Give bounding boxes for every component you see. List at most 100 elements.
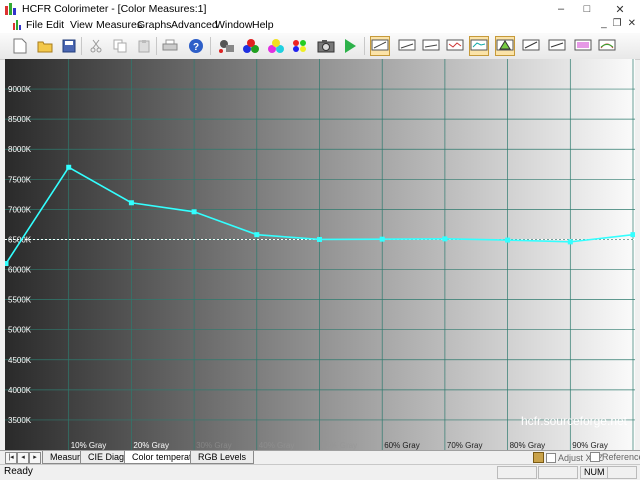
menu-help[interactable]: Help (252, 19, 274, 31)
adjust-xyz-icon (533, 452, 544, 463)
data-point (128, 200, 134, 206)
view-gamma-icon[interactable] (573, 36, 593, 56)
data-point (379, 236, 385, 242)
toolbar: ? (0, 33, 640, 60)
cut-icon[interactable] (86, 36, 106, 56)
chart-background (5, 59, 635, 450)
save-icon[interactable] (59, 36, 79, 56)
secondaries-icon[interactable] (266, 36, 286, 56)
menu-window[interactable]: Window (215, 19, 252, 31)
view-levels-icon[interactable] (597, 36, 617, 56)
y-tick-label: 5000K (8, 326, 32, 335)
status-panel-2 (538, 466, 578, 479)
all-colors-icon[interactable] (290, 36, 310, 56)
close-button[interactable]: ✕ (600, 0, 640, 18)
x-tick-label: 50% Gray (322, 441, 358, 450)
x-tick-label: 10% Gray (71, 441, 107, 450)
menu-advanced[interactable]: Advanced (171, 19, 218, 31)
status-panel-4 (607, 466, 637, 479)
status-num-indicator: NUM (580, 466, 608, 479)
primaries-icon[interactable] (241, 36, 261, 56)
x-tick-label: 80% Gray (510, 441, 546, 450)
y-tick-label: 7000K (8, 205, 32, 214)
y-tick-label: 8000K (8, 145, 32, 154)
y-tick-label: 9000K (8, 85, 32, 94)
toolbar-separator (210, 37, 211, 55)
y-tick-label: 5500K (8, 296, 32, 305)
data-point (191, 209, 197, 215)
menu-view[interactable]: View (70, 19, 93, 31)
svg-text:?: ? (193, 42, 199, 53)
paste-icon[interactable] (134, 36, 154, 56)
tab-nav-first-button[interactable]: |◂ (5, 452, 17, 464)
view-colortemp-icon[interactable] (469, 36, 489, 56)
tab-nav-prev-button[interactable]: ◂ (17, 452, 29, 464)
data-point (66, 164, 72, 170)
y-tick-label: 6000K (8, 266, 32, 275)
menu-file[interactable]: File (26, 19, 43, 31)
y-tick-label: 8500K (8, 115, 32, 124)
x-tick-label: 70% Gray (447, 441, 483, 450)
status-bar: Ready NUM (0, 464, 640, 480)
y-tick-label: 4500K (8, 356, 32, 365)
menu-edit[interactable]: Edit (46, 19, 64, 31)
x-tick-label: 30% Gray (196, 441, 232, 450)
maximize-button[interactable]: □ (574, 0, 600, 18)
view-cie-icon[interactable] (495, 36, 515, 56)
tab-bar: |◂ ◂ ▸ Measures CIE Diagram Color temper… (0, 450, 640, 465)
view-rgb2-icon[interactable] (547, 36, 567, 56)
data-point (442, 236, 448, 242)
data-point (317, 236, 322, 242)
view-gray-icon[interactable] (370, 36, 390, 56)
view-gray3-icon[interactable] (421, 36, 441, 56)
data-point (3, 261, 9, 267)
open-icon[interactable] (35, 36, 55, 56)
print-icon[interactable] (160, 36, 180, 56)
y-tick-label: 7500K (8, 175, 32, 184)
chart-svg: 3500K4000K4500K5000K5500K6000K6500K7000K… (3, 59, 636, 450)
toolbar-separator (156, 37, 157, 55)
data-point (505, 237, 511, 243)
adjust-xyz-checkbox[interactable] (546, 452, 556, 463)
watermark-text: hcfr.sourceforge.net (521, 414, 628, 428)
help-icon[interactable]: ? (186, 36, 206, 56)
tab-rgb-levels[interactable]: RGB Levels (190, 451, 255, 464)
app-icon (5, 3, 17, 15)
color-temperature-chart[interactable]: 3500K 4000K 4500K 5000K 5500K 6000K 6500K 7000K… (3, 59, 636, 450)
view-gray2-icon[interactable] (397, 36, 417, 56)
tab-nav-next-button[interactable]: ▸ (29, 452, 41, 464)
toolbar-separator (81, 37, 82, 55)
x-tick-label: 20% Gray (133, 441, 169, 450)
reference-checkbox[interactable] (590, 452, 600, 462)
minimize-button[interactable]: – (548, 0, 574, 18)
menu-graphs[interactable]: Graphs (137, 19, 171, 31)
play-icon[interactable] (340, 36, 360, 56)
x-tick-label: 40% Gray (259, 441, 295, 450)
reference-label: Reference (602, 452, 640, 462)
new-icon[interactable] (10, 36, 30, 56)
y-tick-label: 4000K (8, 386, 32, 395)
x-tick-label: 60% Gray (384, 441, 420, 450)
y-tick-label: 3500K (8, 416, 32, 425)
mdi-restore-button[interactable]: ❐ (613, 18, 622, 33)
data-point (567, 239, 573, 245)
sensor-icon[interactable] (216, 36, 236, 56)
mdi-close-button[interactable]: ✕ (628, 18, 636, 33)
document-icon[interactable] (13, 20, 23, 30)
reference-option[interactable]: Reference (590, 452, 640, 462)
status-text: Ready (4, 466, 33, 477)
copy-icon[interactable] (110, 36, 130, 56)
x-tick-label: 90% Gray (572, 441, 608, 450)
view-nearblack-icon[interactable] (445, 36, 465, 56)
camera-icon[interactable] (316, 36, 336, 56)
status-panel-1 (497, 466, 537, 479)
menu-measures[interactable]: Measures (96, 19, 142, 31)
title-bar: HCFR Colorimeter - [Color Measures:1] – … (0, 0, 640, 19)
mdi-minimize-button[interactable]: _ (601, 18, 607, 33)
toolbar-separator (364, 37, 365, 55)
window-title: HCFR Colorimeter - [Color Measures:1] (22, 3, 207, 15)
menu-bar: File Edit View Measures Graphs Advanced … (0, 18, 640, 33)
view-rgb-icon[interactable] (521, 36, 541, 56)
data-point (630, 232, 636, 238)
data-point (254, 232, 260, 238)
